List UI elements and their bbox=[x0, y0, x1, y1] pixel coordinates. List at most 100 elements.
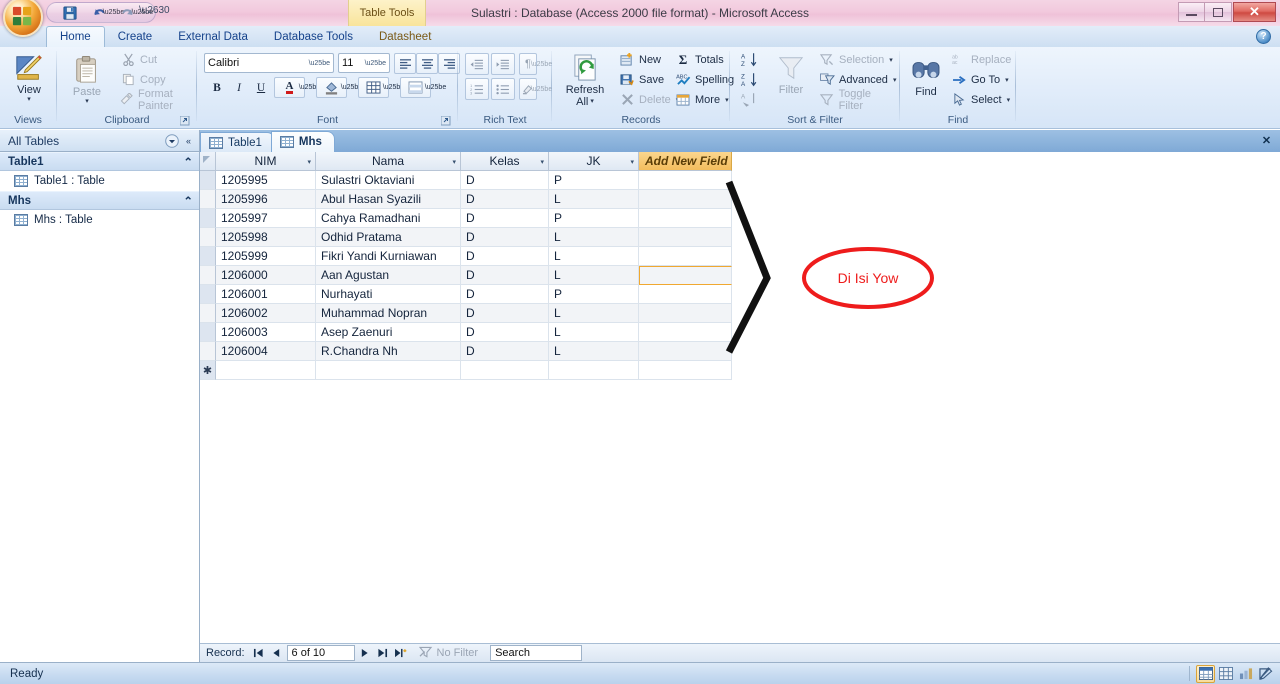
ribbon-tab-external-data[interactable]: External Data bbox=[165, 26, 261, 47]
table-row[interactable]: 1206004 R.Chandra Nh D L bbox=[200, 342, 1280, 361]
table-cell-nim[interactable]: 1206000 bbox=[216, 266, 316, 285]
table-cell-nim[interactable]: 1205999 bbox=[216, 247, 316, 266]
column-filter-chevron-down-icon-kelas[interactable]: ▾ bbox=[540, 158, 544, 166]
table-cell-nim[interactable]: 1205995 bbox=[216, 171, 316, 190]
table-cell-nim[interactable]: 1205997 bbox=[216, 209, 316, 228]
table-cell-add-new-field[interactable] bbox=[639, 266, 732, 285]
row-selector[interactable] bbox=[200, 342, 216, 361]
table-row[interactable]: 1205998 Odhid Pratama D L bbox=[200, 228, 1280, 247]
column-header-jk[interactable]: JK ▾ bbox=[549, 152, 639, 171]
table-cell-nim[interactable]: 1206003 bbox=[216, 323, 316, 342]
refresh-all-button[interactable]: Refresh All ▾ bbox=[557, 52, 613, 108]
new-record-nav-button[interactable] bbox=[393, 646, 409, 661]
table-cell-nama[interactable]: Aan Agustan bbox=[316, 266, 461, 285]
table-cell-kelas[interactable]: D bbox=[461, 266, 549, 285]
font-name-combo[interactable]: Calibri \u25be bbox=[204, 53, 334, 73]
row-selector[interactable] bbox=[200, 304, 216, 323]
font-size-combo[interactable]: 11 \u25be bbox=[338, 53, 390, 73]
table-cell-kelas[interactable]: D bbox=[461, 171, 549, 190]
selection-button[interactable]: Selection ▾ bbox=[817, 50, 893, 69]
advanced-caret-icon[interactable]: ▾ bbox=[893, 76, 897, 84]
table-row[interactable]: 1206003 Asep Zaenuri D L bbox=[200, 323, 1280, 342]
row-selector[interactable] bbox=[200, 247, 216, 266]
fill-color-chevron-down-icon[interactable]: \u25be bbox=[341, 77, 362, 98]
new-record-marker[interactable]: ✱ bbox=[200, 361, 216, 380]
new-record-cell[interactable] bbox=[639, 361, 732, 380]
view-caret-icon[interactable]: ▾ bbox=[27, 96, 31, 104]
table-row[interactable]: 1205996 Abul Hasan Syazili D L bbox=[200, 190, 1280, 209]
new-record-row[interactable]: ✱ bbox=[200, 361, 1280, 380]
datasheet-view-icon[interactable] bbox=[1196, 664, 1215, 683]
table-cell-kelas[interactable]: D bbox=[461, 342, 549, 361]
table-row[interactable]: 1206000 Aan Agustan D L bbox=[200, 266, 1280, 285]
table-cell-add-new-field[interactable] bbox=[639, 171, 732, 190]
select-caret-icon[interactable]: ▾ bbox=[1007, 96, 1011, 104]
first-record-button[interactable] bbox=[251, 646, 267, 661]
chevron-down-icon[interactable] bbox=[163, 132, 180, 149]
previous-record-button[interactable] bbox=[269, 646, 285, 661]
row-selector[interactable] bbox=[200, 209, 216, 228]
underline-button[interactable]: U bbox=[250, 77, 272, 98]
table-cell-jk[interactable]: P bbox=[549, 285, 639, 304]
new-record-cell[interactable] bbox=[461, 361, 549, 380]
column-header-nama[interactable]: Nama ▾ bbox=[316, 152, 461, 171]
table-cell-add-new-field[interactable] bbox=[639, 304, 732, 323]
table-cell-nim[interactable]: 1206002 bbox=[216, 304, 316, 323]
table-cell-add-new-field[interactable] bbox=[639, 228, 732, 247]
table-cell-nama[interactable]: Asep Zaenuri bbox=[316, 323, 461, 342]
column-header-nim[interactable]: NIM ▾ bbox=[216, 152, 316, 171]
font-color-chevron-down-icon[interactable]: \u25be bbox=[299, 77, 320, 98]
close-document-button[interactable]: ✕ bbox=[1259, 133, 1274, 148]
table-row[interactable]: 1206001 Nurhayati D P bbox=[200, 285, 1280, 304]
table-cell-jk[interactable]: L bbox=[549, 323, 639, 342]
find-button[interactable]: Find bbox=[905, 54, 947, 98]
row-selector[interactable] bbox=[200, 266, 216, 285]
ribbon-tab-home[interactable]: Home bbox=[46, 26, 105, 47]
table-cell-add-new-field[interactable] bbox=[639, 190, 732, 209]
font-dialog-launcher[interactable] bbox=[440, 115, 452, 127]
table-cell-kelas[interactable]: D bbox=[461, 304, 549, 323]
table-cell-nama[interactable]: Odhid Pratama bbox=[316, 228, 461, 247]
pivotchart-view-icon[interactable] bbox=[1236, 665, 1255, 683]
table-cell-kelas[interactable]: D bbox=[461, 209, 549, 228]
table-cell-nama[interactable]: R.Chandra Nh bbox=[316, 342, 461, 361]
go-to-caret-icon[interactable]: ▾ bbox=[1005, 76, 1009, 84]
row-selector[interactable] bbox=[200, 190, 216, 209]
ribbon-tab-create[interactable]: Create bbox=[105, 26, 166, 47]
table-cell-jk[interactable]: L bbox=[549, 342, 639, 361]
table-row[interactable]: 1205995 Sulastri Oktaviani D P bbox=[200, 171, 1280, 190]
nav-group-table1[interactable]: Table1 ⌃ bbox=[0, 152, 199, 171]
delete-record-button[interactable]: Delete ▾ bbox=[617, 90, 679, 109]
toggle-filter-button[interactable]: Toggle Filter bbox=[817, 88, 897, 112]
row-selector[interactable] bbox=[200, 323, 216, 342]
save-icon[interactable] bbox=[61, 4, 79, 21]
nav-group-collapse-icon-mhs[interactable]: ⌃ bbox=[183, 194, 193, 208]
table-cell-jk[interactable]: L bbox=[549, 228, 639, 247]
design-view-icon[interactable] bbox=[1256, 665, 1275, 683]
help-icon[interactable]: ? bbox=[1256, 29, 1271, 44]
column-filter-chevron-down-icon-nim[interactable]: ▾ bbox=[307, 158, 311, 166]
table-cell-nim[interactable]: 1206004 bbox=[216, 342, 316, 361]
table-cell-kelas[interactable]: D bbox=[461, 285, 549, 304]
new-record-cell[interactable] bbox=[216, 361, 316, 380]
column-filter-chevron-down-icon-jk[interactable]: ▾ bbox=[630, 158, 634, 166]
table-row[interactable]: 1205997 Cahya Ramadhani D P bbox=[200, 209, 1280, 228]
table-cell-kelas[interactable]: D bbox=[461, 247, 549, 266]
filter-button[interactable]: Filter bbox=[767, 52, 815, 96]
italic-button[interactable]: I bbox=[228, 77, 250, 98]
table-cell-nim[interactable]: 1205996 bbox=[216, 190, 316, 209]
font-name-chevron-down-icon[interactable]: \u25be bbox=[309, 60, 330, 67]
row-selector[interactable] bbox=[200, 171, 216, 190]
view-button[interactable]: View ▾ bbox=[2, 52, 56, 104]
bulleted-list-icon[interactable] bbox=[491, 78, 515, 100]
ltr-chevron-down-icon[interactable]: \u25be bbox=[531, 53, 552, 75]
table-row[interactable]: 1205999 Fikri Yandi Kurniawan D L bbox=[200, 247, 1280, 266]
undo-dropdown-icon[interactable]: \u25be bbox=[103, 4, 124, 21]
nav-item-mhs-table[interactable]: Mhs : Table bbox=[0, 210, 199, 230]
table-cell-jk[interactable]: P bbox=[549, 209, 639, 228]
numbered-list-icon[interactable]: 123 bbox=[465, 78, 489, 100]
column-header-kelas[interactable]: Kelas ▾ bbox=[461, 152, 549, 171]
document-tab-table1[interactable]: Table1 bbox=[200, 132, 275, 152]
navigation-pane-header[interactable]: All Tables « bbox=[0, 130, 199, 152]
filter-status[interactable]: No Filter bbox=[418, 646, 478, 661]
